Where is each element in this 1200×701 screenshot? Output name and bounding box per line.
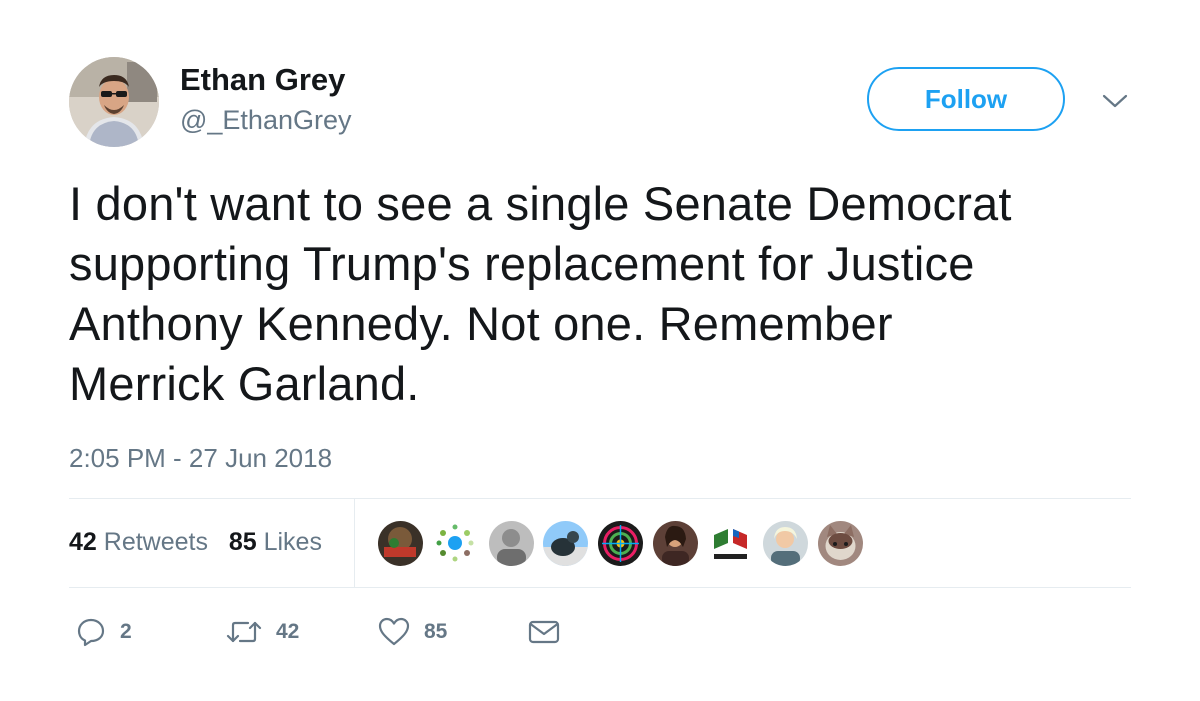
chevron-down-icon[interactable] xyxy=(1102,88,1128,114)
avatar-photo xyxy=(69,57,159,147)
liker-avatar[interactable] xyxy=(708,521,753,566)
divider xyxy=(69,587,1131,588)
follow-button[interactable]: Follow xyxy=(867,67,1065,131)
retweet-icon xyxy=(226,621,262,643)
display-name[interactable]: Ethan Grey xyxy=(180,62,345,98)
liker-avatar[interactable] xyxy=(818,521,863,566)
divider xyxy=(69,498,1131,499)
likes-stat[interactable]: 85 Likes xyxy=(229,528,322,556)
retweet-button[interactable]: 42 xyxy=(226,614,299,650)
reply-count: 2 xyxy=(120,620,132,643)
tweet-text-line: supporting Trump's replacement for Justi… xyxy=(69,237,975,290)
user-handle[interactable]: @_EthanGrey xyxy=(180,105,352,136)
liker-avatar[interactable] xyxy=(653,521,698,566)
liker-avatar[interactable] xyxy=(763,521,808,566)
likes-label: Likes xyxy=(263,528,322,556)
reply-icon xyxy=(77,618,105,647)
tweet-text-line: Merrick Garland. xyxy=(69,357,420,410)
heart-icon xyxy=(378,617,410,646)
likes-count: 85 xyxy=(228,528,257,556)
tweet-timestamp[interactable]: 2:05 PM - 27 Jun 2018 xyxy=(69,443,332,474)
retweet-count: 42 xyxy=(276,620,300,643)
envelope-icon xyxy=(528,620,560,644)
like-button[interactable]: 85 xyxy=(378,614,447,650)
tweet-text: I don't want to see a single Senate Demo… xyxy=(69,174,1149,414)
like-count: 85 xyxy=(424,620,448,643)
avatar[interactable] xyxy=(69,57,159,147)
retweets-count: 42 xyxy=(69,528,97,556)
liker-avatar[interactable] xyxy=(598,521,643,566)
reply-button[interactable]: 2 xyxy=(76,614,132,650)
retweets-stat[interactable]: 42 Retweets xyxy=(69,528,208,556)
tweet-text-line: I don't want to see a single Senate Demo… xyxy=(69,177,1012,230)
tweet-text-line: Anthony Kennedy. Not one. Remember xyxy=(69,297,893,350)
liker-avatar[interactable] xyxy=(378,521,423,566)
direct-message-button[interactable] xyxy=(528,614,560,650)
liker-avatar[interactable] xyxy=(489,521,534,566)
divider xyxy=(354,499,355,588)
retweets-label: Retweets xyxy=(103,528,208,556)
liker-avatar[interactable] xyxy=(433,521,478,566)
tweet-stats: 42 Retweets 85 Likes xyxy=(69,528,322,557)
liker-avatar[interactable] xyxy=(543,521,588,566)
